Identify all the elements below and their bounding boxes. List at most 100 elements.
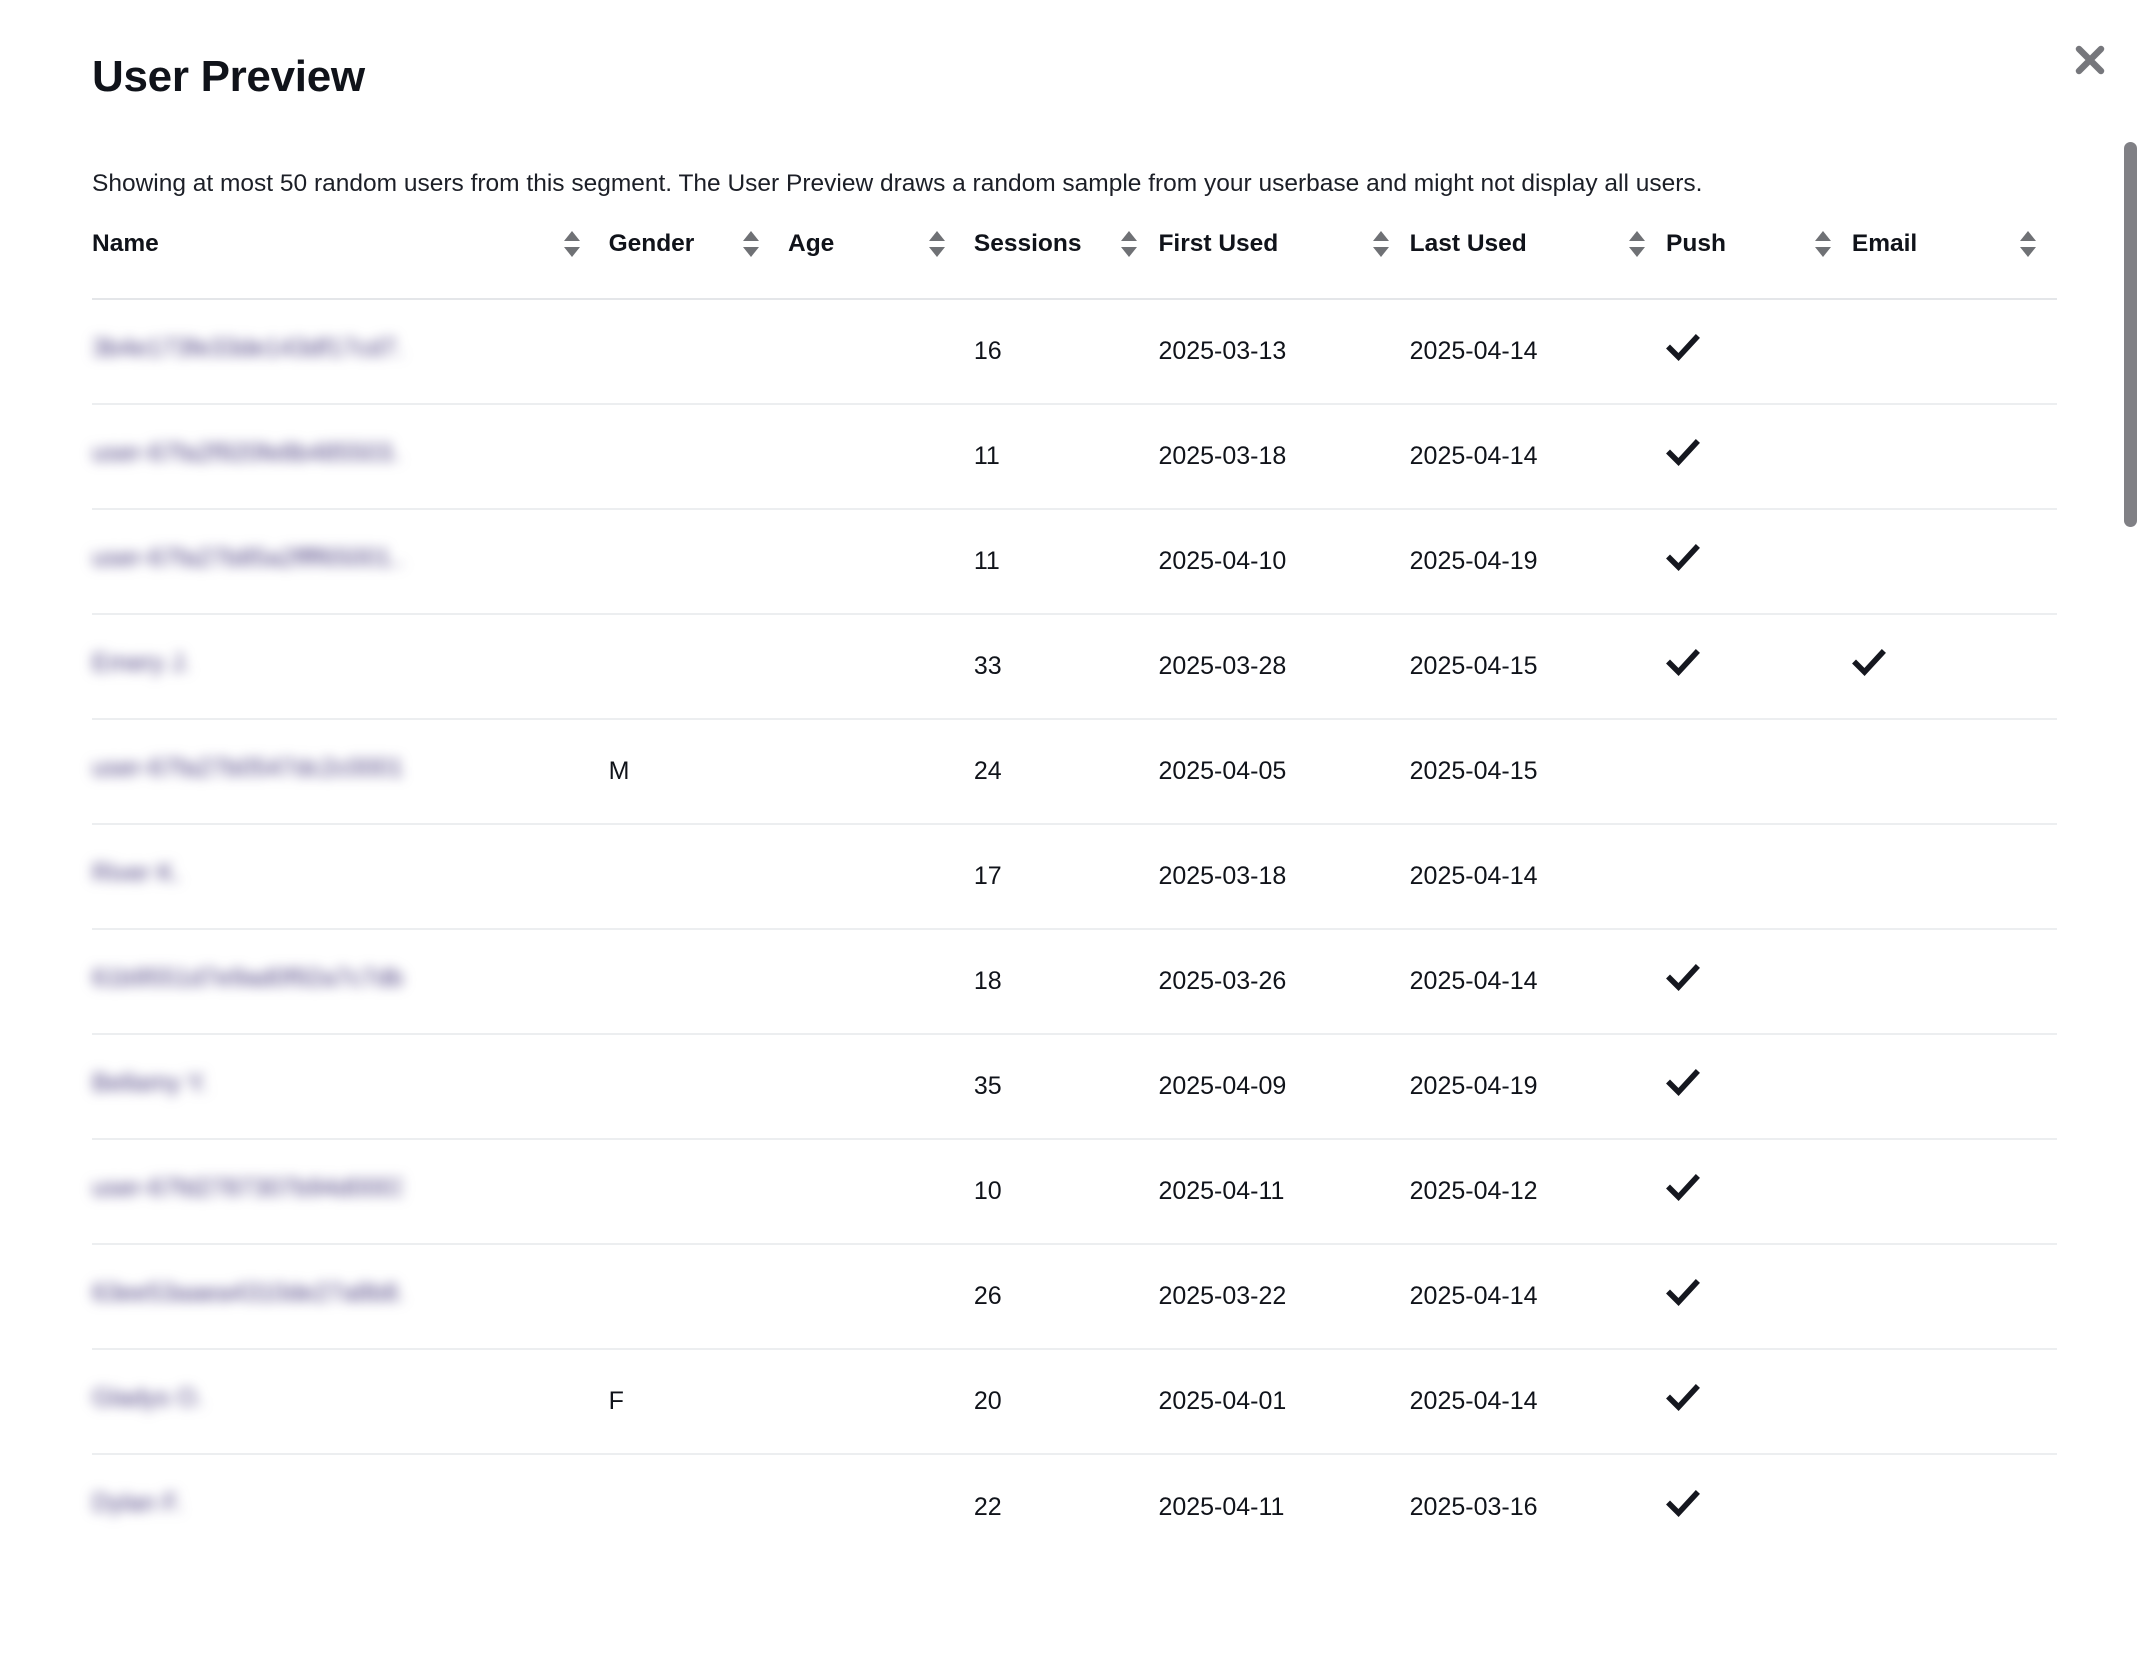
user-name-link[interactable]: user-67fa27b0547dc2c0001... [92,754,402,783]
cell-last-used: 2025-04-14 [1409,824,1667,930]
cell-push [1666,1244,1852,1350]
column-header-first[interactable]: First Used [1158,228,1410,300]
sort-icon-glyph [743,231,759,257]
cell-age [788,824,974,930]
cell-sessions: 22 [973,1492,1002,1521]
push-check-icon [1666,1171,1700,1205]
column-header-label: Push [1666,230,1726,257]
cell-email [1851,1139,2057,1245]
table-row[interactable]: user-67fa27b0547dc2c0001... M 24 2025-04-05… [92,719,2057,825]
user-name-link[interactable]: River K. [92,859,181,888]
check-icon-glyph [1666,1489,1700,1517]
cell-sessions: 11 [973,509,1159,615]
table-row[interactable]: River K. 17 2025-03-18 2025-04-14 [92,824,2057,930]
cell-email [1851,824,2057,930]
column-header-sessions[interactable]: Sessions [973,228,1159,300]
sort-icon[interactable] [561,228,583,260]
table-row[interactable]: Bellamy Y. 35 2025-04-09 2025-04-19 [92,1034,2057,1140]
cell-last-used: 2025-04-15 [1409,719,1667,825]
sort-icon[interactable] [2017,228,2039,260]
sort-icon[interactable] [926,228,948,260]
cell-first-used: 2025-03-18 [1158,404,1410,510]
sort-icon[interactable] [1118,228,1140,260]
sort-icon-glyph [928,231,945,257]
cell-name: River K. [92,824,609,930]
sort-icon[interactable] [1812,228,1834,260]
sort-icon[interactable] [1626,228,1648,260]
push-check-icon [1666,331,1700,365]
check-icon-glyph [1851,649,1886,677]
cell-first-used: 2025-04-11 [1158,1492,1285,1521]
table-row[interactable]: 63ee53aaea4310de27a8b8... 26 2025-03-22 202… [92,1244,2057,1350]
cell-push [1666,299,1852,405]
cell-gender: M [608,719,788,825]
cell-push [1666,824,1852,930]
column-header-label: Sessions [973,230,1082,257]
cell-sessions: 10 [973,1139,1159,1245]
cell-age [788,1244,974,1350]
cell-email [1851,404,2057,510]
table-row[interactable]: Dylan F. 22 2025-04-11 2025-03-16 [92,1454,2057,1559]
column-header-label: Email [1851,230,1918,257]
table-row[interactable]: Emery J. 33 2025-03-28 2025-04-15 [92,614,2057,720]
column-header-label: First Used [1158,230,1279,257]
user-name-link[interactable]: user-67fa2f920fe8b485503... [92,439,402,468]
user-name-link[interactable]: 61b9551d7e9ad0f92a7c7db... [92,964,402,993]
user-name-link[interactable]: Dylan F. [92,1489,182,1518]
column-header-last[interactable]: Last Used [1409,228,1667,300]
scrollbar-thumb[interactable] [2124,142,2137,527]
column-header-age[interactable]: Age [788,228,974,300]
cell-push [1666,614,1852,720]
cell-email [1851,509,2057,615]
table-row[interactable]: 3b4e173fe33de143df17cd7... 16 2025-03-13 20… [92,299,2057,405]
column-header-email[interactable]: Email [1851,228,2057,300]
cell-age [788,1034,974,1140]
cell-push [1666,1034,1852,1140]
column-header-label: Last Used [1409,230,1527,257]
user-name-link[interactable]: 63ee53aaea4310de27a8b8... [92,1279,402,1308]
cell-gender: F [608,1349,788,1455]
table-row[interactable]: Gladys O. F 20 2025-04-01 2025-04-14 [92,1349,2057,1455]
check-icon-glyph [1666,1174,1700,1202]
cell-age [788,719,974,825]
cell-name: Dylan F. [92,1454,609,1559]
table-head: Name Gender Age Sessions First Used Last Used… [92,228,2057,300]
table-row[interactable]: user-67fd2787307b94d0003... 10 2025-04-11 2… [92,1139,2057,1245]
column-header-push[interactable]: Push [1666,228,1852,300]
cell-email [1851,1034,2057,1140]
user-name-link[interactable]: 3b4e173fe33de143df17cd7... [92,334,402,363]
table-row[interactable]: user-67fa2f920fe8b485503... 11 2025-03-18 2… [92,404,2057,510]
cell-sessions: 33 [973,614,1159,720]
cell-age [788,929,974,1035]
column-header-gender[interactable]: Gender [608,228,788,300]
cell-last-used: 2025-04-12 [1409,1139,1667,1245]
user-name-link[interactable]: Gladys O. [92,1384,203,1413]
sort-icon[interactable] [1370,228,1392,260]
table-row[interactable]: user-67fa27b85a2ffff65001... 11 2025-04-10… [92,509,2057,615]
user-name-link[interactable]: Bellamy Y. [92,1069,208,1098]
sort-icon[interactable] [740,228,762,260]
vertical-scrollbar[interactable] [2121,130,2139,1650]
cell-age [788,1454,974,1559]
push-check-icon [1666,436,1700,470]
cell-gender [608,1034,788,1140]
user-name-link[interactable]: Emery J. [92,649,191,678]
cell-first-used: 2025-04-09 [1158,1034,1410,1140]
push-check-icon [1666,646,1700,680]
cell-sessions: 24 [973,719,1159,825]
user-name-link[interactable]: user-67fd2787307b94d0003... [92,1174,402,1203]
column-header-name[interactable]: Name [92,228,609,300]
email-check-icon [1851,646,1886,680]
user-name-link[interactable]: user-67fa27b85a2ffff65001... [92,544,402,573]
table-header-row: Name Gender Age Sessions First Used Last Used… [92,228,2057,300]
cell-sessions: 16 [973,299,1159,405]
sort-icon-glyph [563,231,580,257]
table-row[interactable]: 61b9551d7e9ad0f92a7c7db... 18 2025-03-26 20… [92,929,2057,1035]
cell-last-used: 2025-03-16 [1409,1492,1538,1521]
cell-gender [608,1139,788,1245]
cell-gender [609,1454,788,1559]
cell-last-used: 2025-04-19 [1409,509,1667,615]
cell-age [788,614,974,720]
cell-last-used: 2025-04-15 [1409,614,1667,720]
close-icon[interactable] [2060,30,2120,90]
